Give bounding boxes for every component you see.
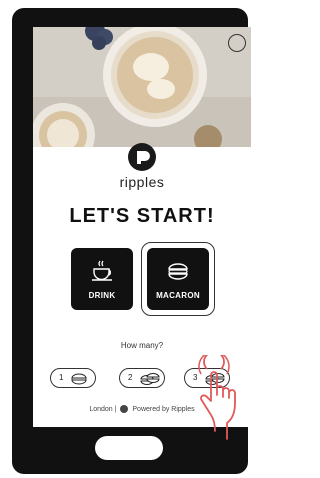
brand-name: ripples — [119, 174, 165, 190]
macaron-icon — [140, 373, 160, 385]
macaron-icon — [147, 258, 209, 284]
macaron-icon — [71, 373, 87, 385]
footer-separator: | — [114, 405, 117, 413]
macaron-option-button[interactable]: MACARON — [147, 248, 209, 310]
footer-location: London — [89, 405, 113, 413]
coffee-latte-art-photo — [33, 27, 251, 147]
drink-option-label: DRINK — [88, 291, 116, 300]
footer-powered-by: Powered by Ripples — [132, 405, 195, 413]
drink-option-button[interactable]: DRINK — [71, 248, 133, 310]
page-title: LET'S START! — [69, 205, 215, 227]
quantity-1-button[interactable]: 1 — [50, 368, 96, 388]
quantity-prompt: How many? — [120, 341, 164, 350]
tap-hand-icon — [198, 355, 236, 440]
home-button[interactable] — [95, 436, 163, 460]
hero-image — [33, 27, 251, 147]
macaron-option-label: MACARON — [156, 291, 200, 300]
quantity-2-label: 2 — [128, 373, 133, 382]
ripples-logo-icon — [128, 143, 156, 171]
quantity-1-label: 1 — [59, 373, 64, 382]
ripples-logo-icon — [120, 405, 129, 413]
coffee-cup-icon — [71, 258, 133, 284]
user-profile-icon[interactable] — [228, 34, 246, 52]
quantity-2-button[interactable]: 2 — [119, 368, 165, 388]
